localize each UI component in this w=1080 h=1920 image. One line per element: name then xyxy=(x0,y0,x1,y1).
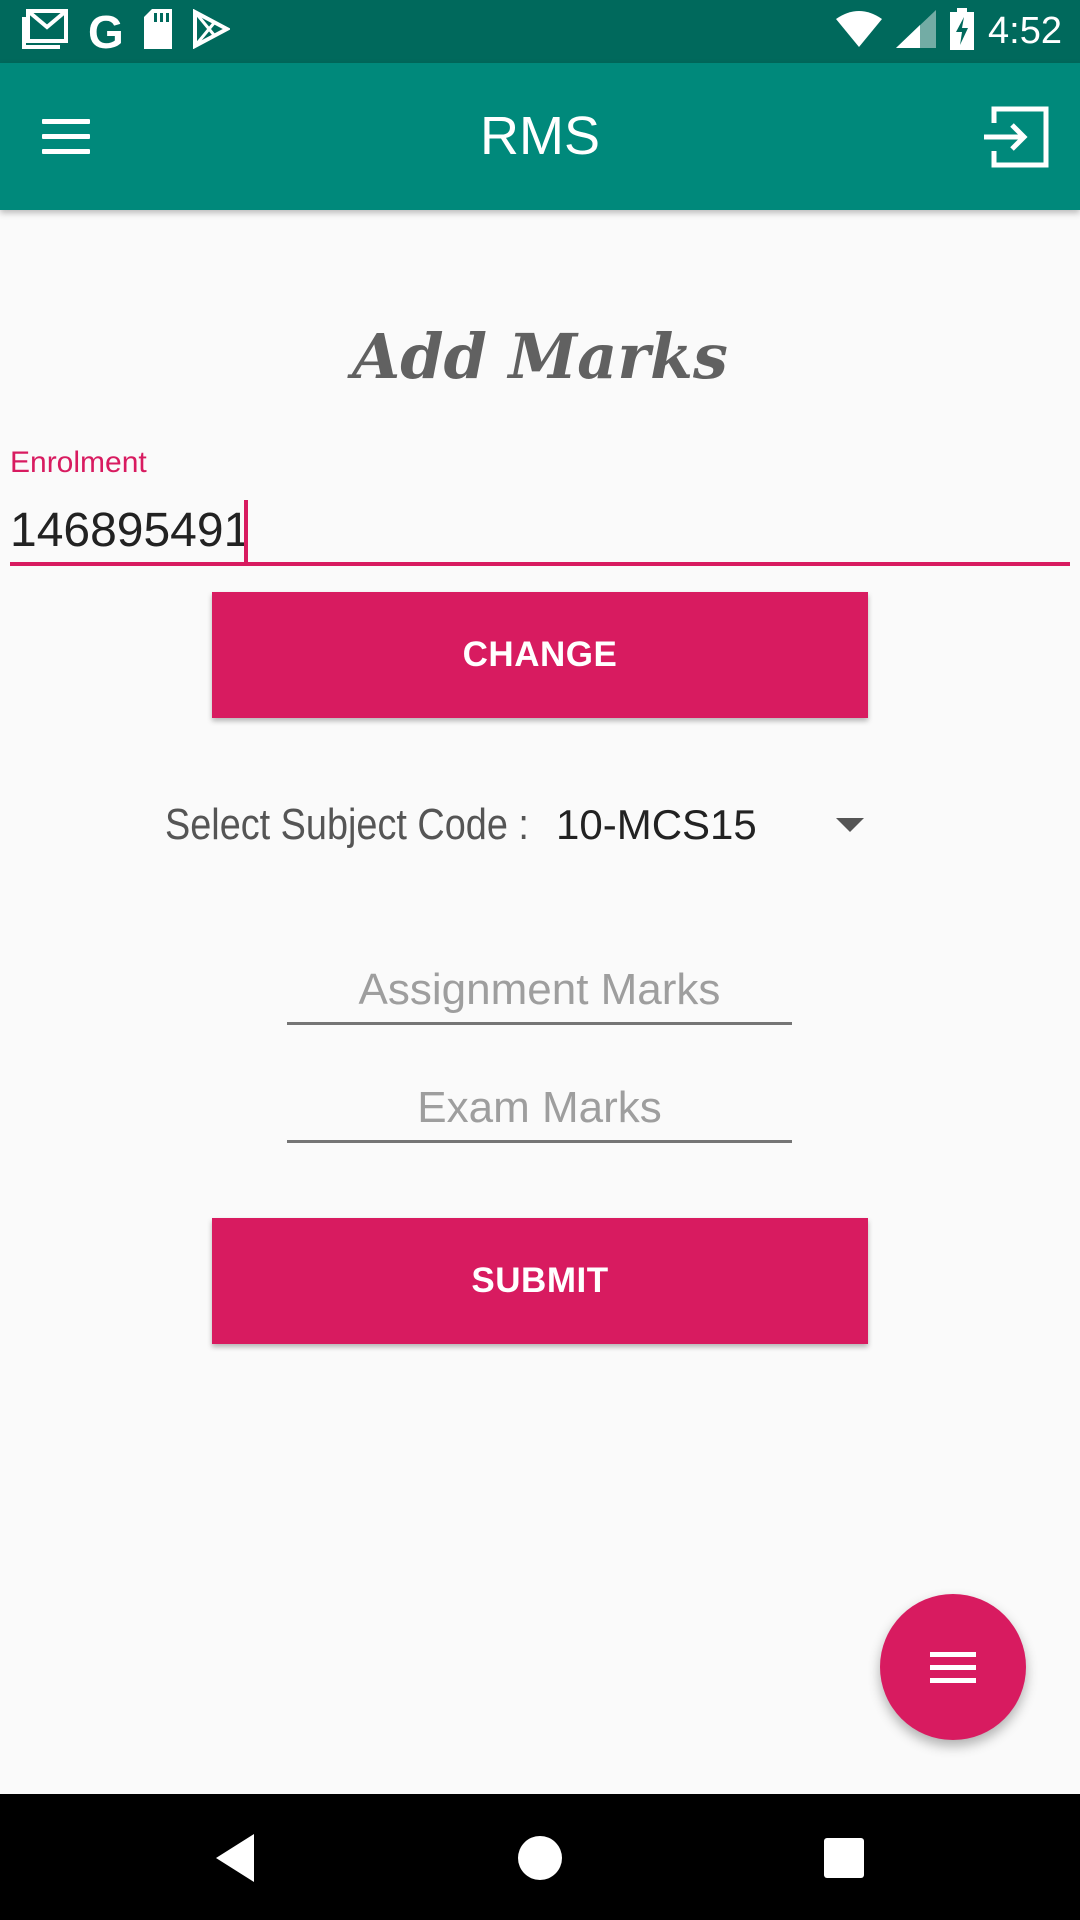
subject-code-label: Select Subject Code : xyxy=(165,800,529,849)
subject-code-dropdown[interactable]: 10-MCS15 xyxy=(540,790,880,860)
play-store-icon xyxy=(192,8,232,54)
fab-menu-button[interactable] xyxy=(880,1594,1026,1740)
enrolment-input[interactable] xyxy=(10,498,1070,566)
exam-marks-input[interactable] xyxy=(287,1076,792,1143)
wifi-icon xyxy=(836,11,883,52)
battery-charging-icon xyxy=(950,8,975,55)
assignment-marks-input[interactable] xyxy=(287,958,792,1025)
home-icon xyxy=(518,1836,562,1880)
home-button[interactable] xyxy=(504,1822,576,1894)
enrolment-label: Enrolment xyxy=(10,446,147,479)
change-button[interactable]: CHANGE xyxy=(212,592,868,718)
text-cursor xyxy=(244,500,248,562)
status-left-icons: G xyxy=(22,0,232,63)
app-title: RMS xyxy=(480,106,600,166)
app-bar: RMS xyxy=(0,63,1080,210)
submit-button[interactable]: SUBMIT xyxy=(212,1218,868,1344)
gmail-icon xyxy=(22,9,70,54)
dropdown-arrow-icon xyxy=(836,818,864,832)
page-title: Add Marks xyxy=(352,320,728,393)
google-icon: G xyxy=(88,5,124,58)
logout-button[interactable] xyxy=(980,99,1056,175)
status-bar: G 4:52 xyxy=(0,0,1080,63)
sd-card-icon xyxy=(142,9,174,54)
status-time: 4:52 xyxy=(988,10,1062,52)
recents-button[interactable] xyxy=(808,1822,880,1894)
navigation-bar xyxy=(0,1794,1080,1920)
back-icon xyxy=(216,1834,254,1882)
signal-icon xyxy=(896,10,937,53)
recents-icon xyxy=(824,1838,864,1878)
menu-button[interactable] xyxy=(30,107,102,167)
logout-icon xyxy=(984,106,1049,168)
subject-code-value: 10-MCS15 xyxy=(556,801,757,848)
status-right-icons: 4:52 xyxy=(836,0,1062,63)
back-button[interactable] xyxy=(200,1822,272,1894)
